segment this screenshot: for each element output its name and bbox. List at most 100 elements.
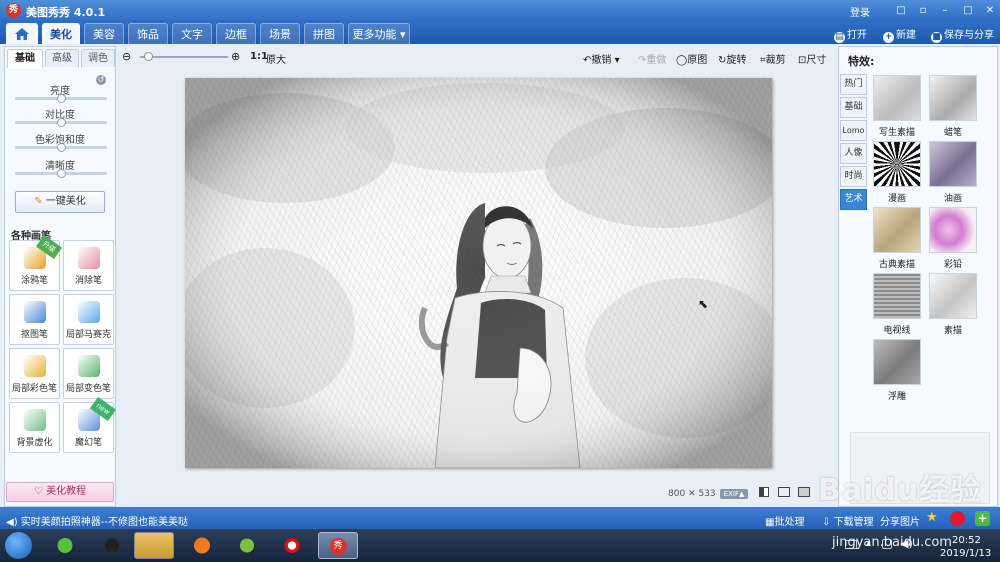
tutorial-icon: ♡ (33, 486, 47, 497)
category-basic[interactable]: 基础 (840, 97, 867, 118)
blur-icon (24, 409, 46, 431)
effect-thumb-sketch[interactable] (873, 75, 921, 121)
tool-doodle-pen[interactable]: 涂鸦笔 升级 (9, 234, 63, 291)
taskbar-app-meitu[interactable]: 秀 (318, 532, 358, 559)
minimize-button[interactable]: – (937, 3, 953, 18)
menu-icon[interactable]: ▫ (915, 3, 931, 18)
status-message[interactable]: ◀) 实时美颜拍照神器--不修图也能美美哒 (6, 513, 188, 528)
tab-beauty[interactable]: 美容 (84, 23, 124, 44)
tool-eraser-pen[interactable]: 消除笔 (63, 240, 114, 291)
taskbar-app-360[interactable] (45, 532, 85, 559)
star-icon[interactable]: ★ (926, 511, 940, 525)
title-bar: 秀 美图秀秀 4.0.1 登录 □ ▫ – □ ✕ (0, 0, 1000, 22)
tab-frame[interactable]: 边框 (216, 23, 256, 44)
category-popular[interactable]: 热门 (840, 74, 867, 95)
baidu-jingyan-url: jingyan.baidu.com (832, 535, 952, 550)
slider-sharpness[interactable] (15, 169, 107, 178)
tool-magic-pen[interactable]: 魔幻笔 new (63, 396, 117, 453)
baidu-jingyan-watermark: Baidu经验 (818, 473, 982, 508)
taskbar-app-firefox[interactable] (182, 532, 222, 559)
undo-button[interactable]: ↶撤销 ▾ (583, 51, 620, 66)
effect-name-emboss: 浮雕 (887, 392, 906, 402)
slider-knob[interactable] (56, 169, 66, 178)
subtab-basic[interactable]: 基础 (7, 49, 43, 68)
paintbrush-icon (24, 355, 46, 377)
maximize-button[interactable]: □ (960, 3, 976, 18)
taskbar-app-recorder[interactable] (272, 532, 312, 559)
tool-local-color-pen[interactable]: 局部彩色笔 (9, 348, 60, 399)
slider-brightness[interactable] (15, 94, 107, 103)
app-logo-icon: 秀 (6, 3, 21, 18)
effect-thumb-crayon[interactable] (929, 75, 977, 121)
edited-photo[interactable] (185, 78, 772, 468)
start-button[interactable] (5, 532, 32, 559)
home-icon (15, 28, 29, 40)
tab-accessories[interactable]: 饰品 (128, 23, 168, 44)
slider-knob[interactable] (56, 94, 66, 103)
weibo-icon[interactable] (950, 511, 965, 526)
effect-thumb-oil-painting[interactable] (929, 141, 977, 187)
category-portrait[interactable]: 人像 (840, 143, 867, 164)
category-art[interactable]: 艺术 (840, 189, 867, 210)
zoom-slider[interactable] (140, 52, 228, 61)
zoom-slider-knob[interactable] (144, 52, 154, 61)
new-button[interactable]: + 新建 (883, 26, 916, 43)
original-button[interactable]: ◯原图 (676, 51, 707, 66)
tab-text[interactable]: 文字 (172, 23, 212, 44)
clock-time[interactable]: 20:52 (952, 535, 981, 546)
category-fashion[interactable]: 时尚 (840, 166, 867, 187)
compare-icon[interactable] (759, 487, 769, 497)
effect-thumb-color-pencil[interactable] (929, 207, 977, 253)
fit-window-icon[interactable] (778, 487, 790, 497)
effect-thumb-emboss[interactable] (873, 339, 921, 385)
fullscreen-icon[interactable] (798, 487, 810, 497)
slider-knob[interactable] (56, 143, 66, 152)
effect-thumb-classic-sketch[interactable] (873, 207, 921, 253)
home-tab[interactable] (6, 23, 38, 44)
crop-button[interactable]: ⌗裁剪 (760, 51, 786, 66)
effect-thumb-pencil-sketch[interactable] (929, 273, 977, 319)
category-lomo[interactable]: Lomo (840, 120, 867, 141)
exif-button[interactable]: EXIF▲ (720, 489, 748, 499)
subtab-advanced[interactable]: 高级 (45, 49, 79, 67)
tool-cutout-pen[interactable]: 抠图笔 (9, 294, 60, 345)
taskbar-app-explorer[interactable] (134, 532, 174, 559)
slider-knob[interactable] (56, 118, 66, 127)
save-share-button[interactable]: ■ 保存与分享 (931, 26, 994, 43)
zoom-out-icon[interactable]: ⊖ (122, 50, 131, 63)
effect-thumb-comic[interactable] (873, 141, 921, 187)
original-size-button[interactable]: 原大 (266, 51, 286, 66)
share-image-button[interactable]: 分享图片 (880, 513, 920, 528)
zoom-in-icon[interactable]: ⊕ (231, 50, 240, 63)
tab-beautify[interactable]: 美化 (42, 23, 80, 44)
taskbar-app-media[interactable] (227, 532, 267, 559)
tab-more-features[interactable]: 更多功能 ▾ (348, 23, 410, 44)
login-link[interactable]: 登录 (850, 4, 870, 19)
batch-process-button[interactable]: ▦批处理 (765, 513, 804, 528)
skin-icon[interactable]: □ (893, 3, 909, 18)
one-click-beautify-button[interactable]: ✎ 一键美化 (15, 191, 105, 213)
tool-background-blur[interactable]: 背景虚化 (9, 402, 60, 453)
slider-saturation[interactable] (15, 143, 107, 152)
beautify-tutorial-button[interactable]: ♡ 美化教程 (6, 482, 114, 502)
plus-icon: + (883, 32, 894, 43)
effect-thumb-tv-lines[interactable] (873, 273, 921, 319)
rotate-button[interactable]: ↻旋转 (718, 51, 746, 66)
open-button[interactable]: ▤ 打开 (834, 26, 867, 43)
close-button[interactable]: ✕ (982, 3, 998, 18)
taskbar-app-qq[interactable] (92, 532, 132, 559)
add-icon[interactable]: + (975, 511, 990, 526)
slider-contrast[interactable] (15, 118, 107, 127)
save-icon: ■ (931, 32, 942, 43)
download-manager-button[interactable]: ⇩ 下载管理 (822, 513, 874, 528)
effect-name-sketch: 写生素描 (878, 128, 915, 138)
tool-local-recolor-pen[interactable]: 局部变色笔 (63, 348, 114, 399)
tab-collage[interactable]: 拼图 (304, 23, 344, 44)
image-dimensions: 800 ✕ 533 (668, 489, 716, 499)
tab-scene[interactable]: 场景 (260, 23, 300, 44)
size-button[interactable]: ⊡尺寸 (798, 51, 826, 66)
subtab-color[interactable]: 调色 (81, 49, 115, 67)
redo-button[interactable]: ↷重做 (638, 51, 666, 66)
tool-local-mosaic[interactable]: 局部马赛克 (63, 294, 114, 345)
effect-name-oil-painting: 油画 (943, 194, 962, 204)
